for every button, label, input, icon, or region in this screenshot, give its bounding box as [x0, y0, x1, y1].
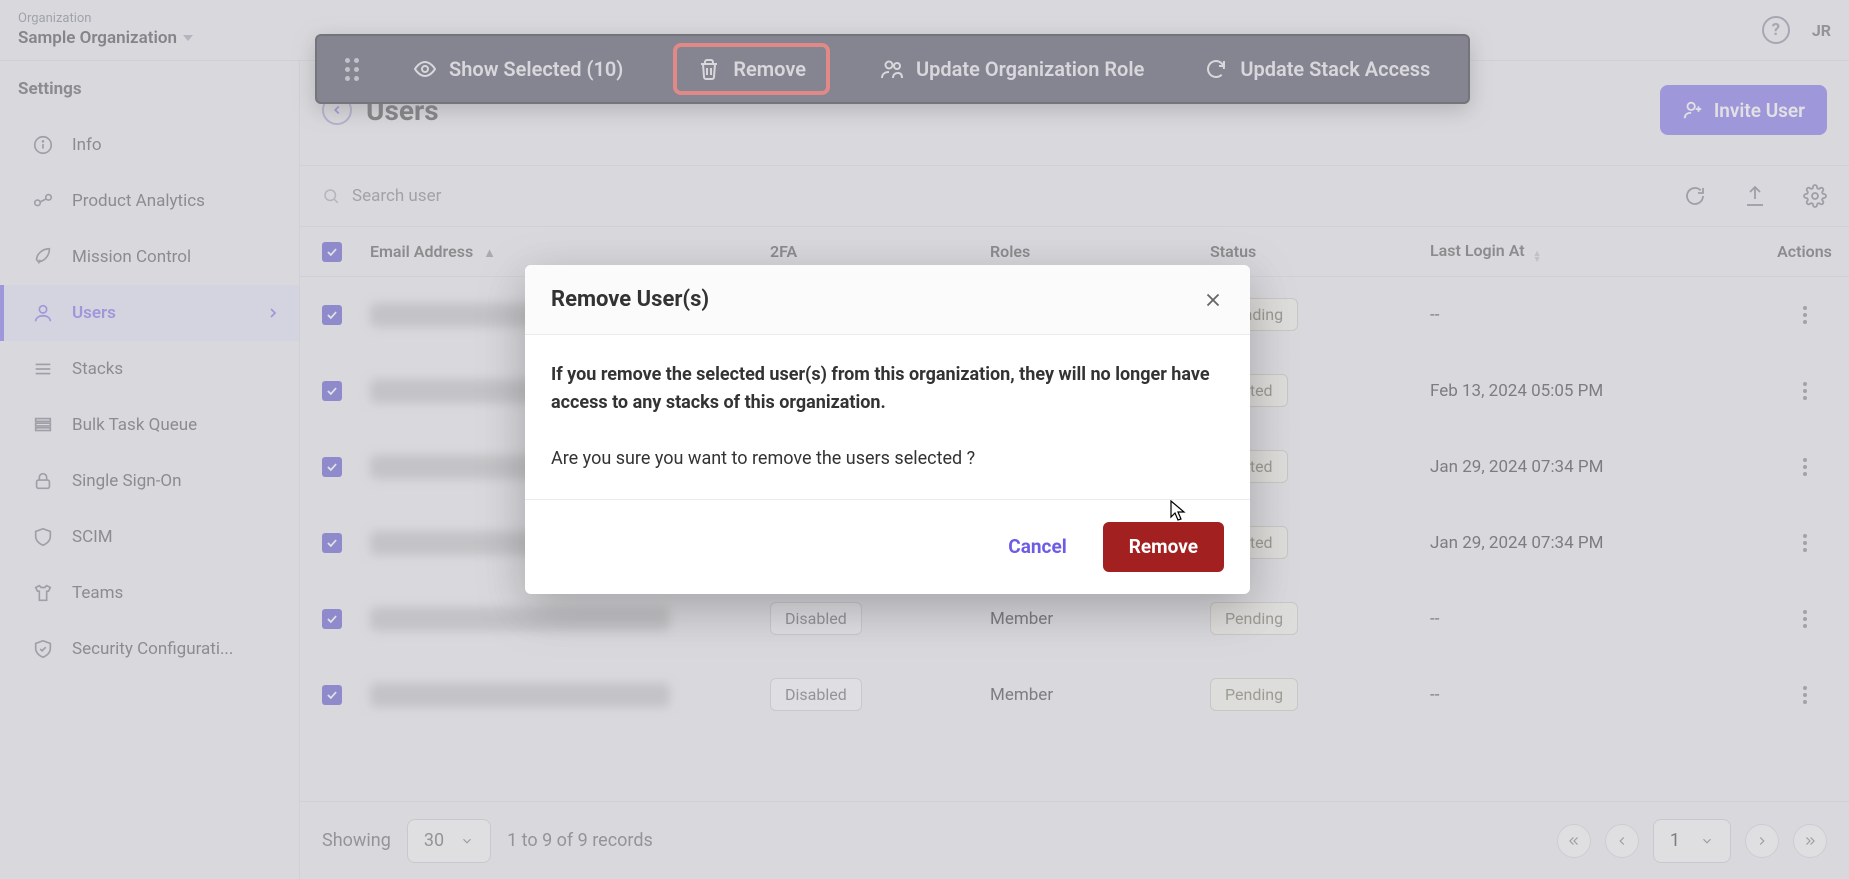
- modal-title: Remove User(s): [551, 287, 709, 312]
- cursor-icon: [1170, 500, 1186, 522]
- close-icon[interactable]: [1202, 289, 1224, 311]
- cancel-button[interactable]: Cancel: [1002, 534, 1072, 559]
- remove-users-modal: Remove User(s) If you remove the selecte…: [525, 265, 1250, 594]
- modal-question-text: Are you sure you want to remove the user…: [551, 445, 1224, 473]
- confirm-remove-button[interactable]: Remove: [1103, 522, 1224, 572]
- modal-warning-text: If you remove the selected user(s) from …: [551, 361, 1224, 417]
